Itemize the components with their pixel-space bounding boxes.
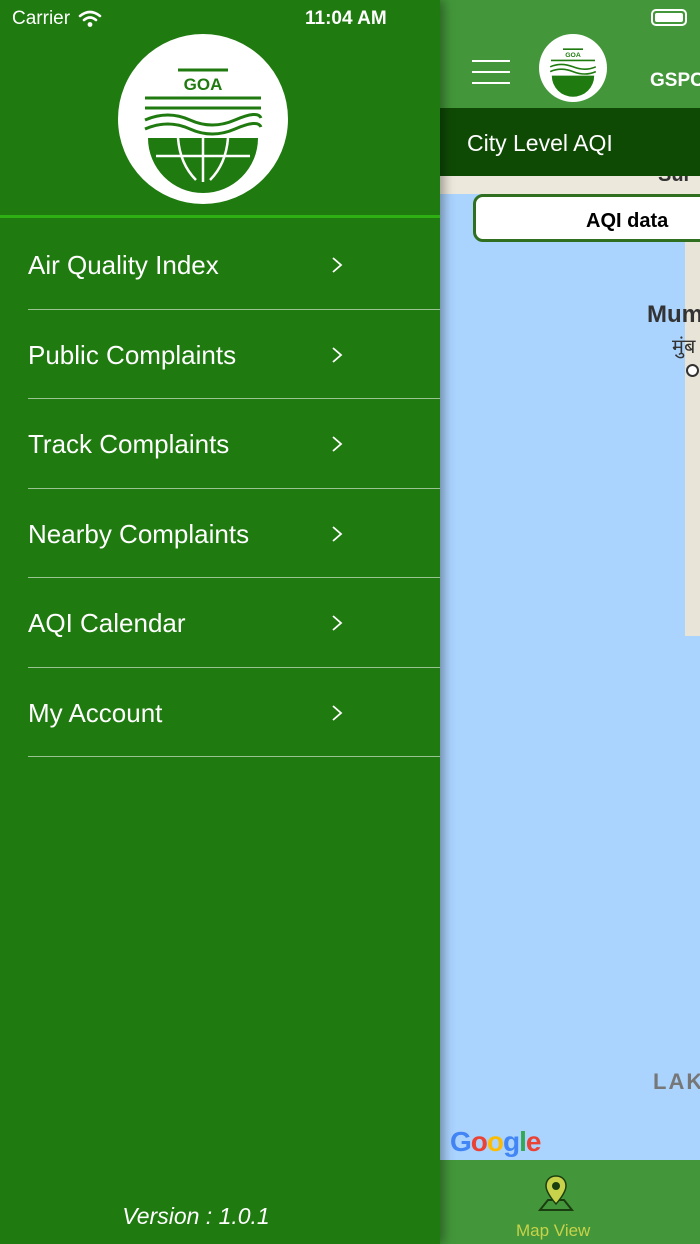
google-logo: Google <box>450 1126 541 1157</box>
chevron-right-icon <box>332 615 343 631</box>
menu-item-label: Air Quality Index <box>28 250 219 280</box>
map-label-sea: LAK <box>653 1069 700 1094</box>
carrier-label: Carrier <box>12 8 71 29</box>
aqi-data-button-label: AQI data <box>586 210 669 232</box>
tab-bar: Map View <box>440 1160 700 1244</box>
map-label-city-hindi: मुंब <box>672 336 696 358</box>
goa-logo-icon: GOA <box>144 68 263 193</box>
hamburger-menu-icon[interactable] <box>472 58 512 86</box>
nav-logo: GOA <box>539 34 607 102</box>
menu-item-track-complaints[interactable]: Track Complaints <box>28 399 440 489</box>
drawer-menu: Air Quality Index Public Complaints Trac… <box>28 220 440 757</box>
status-bar-main <box>440 0 700 36</box>
chevron-right-icon <box>332 346 343 363</box>
menu-item-label: My Account <box>28 697 163 728</box>
menu-item-public-complaints[interactable]: Public Complaints <box>28 310 440 399</box>
menu-item-air-quality-index[interactable]: Air Quality Index <box>28 220 440 310</box>
map-label-city: Mum <box>647 301 700 328</box>
drawer-logo: GOA <box>118 34 288 204</box>
status-time: 11:04 AM <box>305 8 387 29</box>
menu-item-aqi-calendar[interactable]: AQI Calendar <box>28 578 440 668</box>
menu-item-label: Nearby Complaints <box>28 518 250 549</box>
chevron-right-icon <box>332 704 343 721</box>
aqi-data-button[interactable]: AQI data <box>473 194 700 242</box>
chevron-right-icon <box>332 436 343 452</box>
menu-item-label: Public Complaints <box>28 339 237 370</box>
nav-title: GSPC <box>650 70 700 91</box>
sub-header-title: City Level AQI <box>467 130 613 156</box>
map-view-tab-label: Map View <box>516 1221 591 1240</box>
menu-item-label: AQI Calendar <box>28 608 186 638</box>
menu-item-nearby-complaints[interactable]: Nearby Complaints <box>28 489 440 578</box>
map-pin-icon <box>537 1175 575 1211</box>
goa-logo-icon: GOA <box>549 48 597 97</box>
drawer-header-divider <box>0 215 440 218</box>
svg-text:GOA: GOA <box>565 52 581 59</box>
chevron-right-icon <box>332 525 343 542</box>
logo-text: GOA <box>184 75 223 94</box>
map-city-marker <box>686 364 699 377</box>
wifi-icon <box>78 10 102 27</box>
menu-item-label: Track Complaints <box>28 429 230 459</box>
side-drawer: Carrier 11:04 AM GOA Air Quality Index P… <box>0 0 440 1244</box>
map-view-tab[interactable] <box>536 1174 576 1214</box>
chevron-right-icon <box>332 257 343 273</box>
nav-bar: GOA GSPC <box>440 34 700 108</box>
battery-icon <box>651 9 687 26</box>
app-version: Version : 1.0.1 <box>122 1203 270 1229</box>
map-land <box>685 176 700 636</box>
main-screen: Sur Mum मुंब LAK GOA GSPC City Level AQI… <box>440 0 700 1244</box>
city-level-aqi-header: City Level AQI <box>440 108 700 176</box>
status-carrier: Carrier <box>12 8 102 30</box>
menu-item-my-account[interactable]: My Account <box>28 668 440 757</box>
